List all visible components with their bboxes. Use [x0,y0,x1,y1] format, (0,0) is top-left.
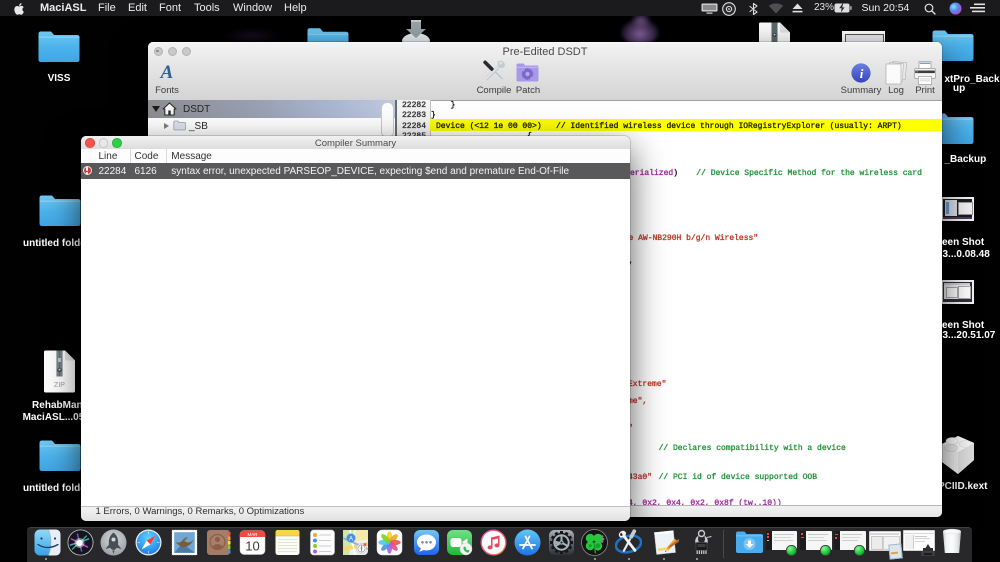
svg-text:i: i [859,66,863,81]
svg-text:ZIP: ZIP [54,382,65,389]
svg-text:10: 10 [245,538,259,553]
svg-text:A: A [349,536,353,542]
svg-text:MAR: MAR [248,531,259,536]
